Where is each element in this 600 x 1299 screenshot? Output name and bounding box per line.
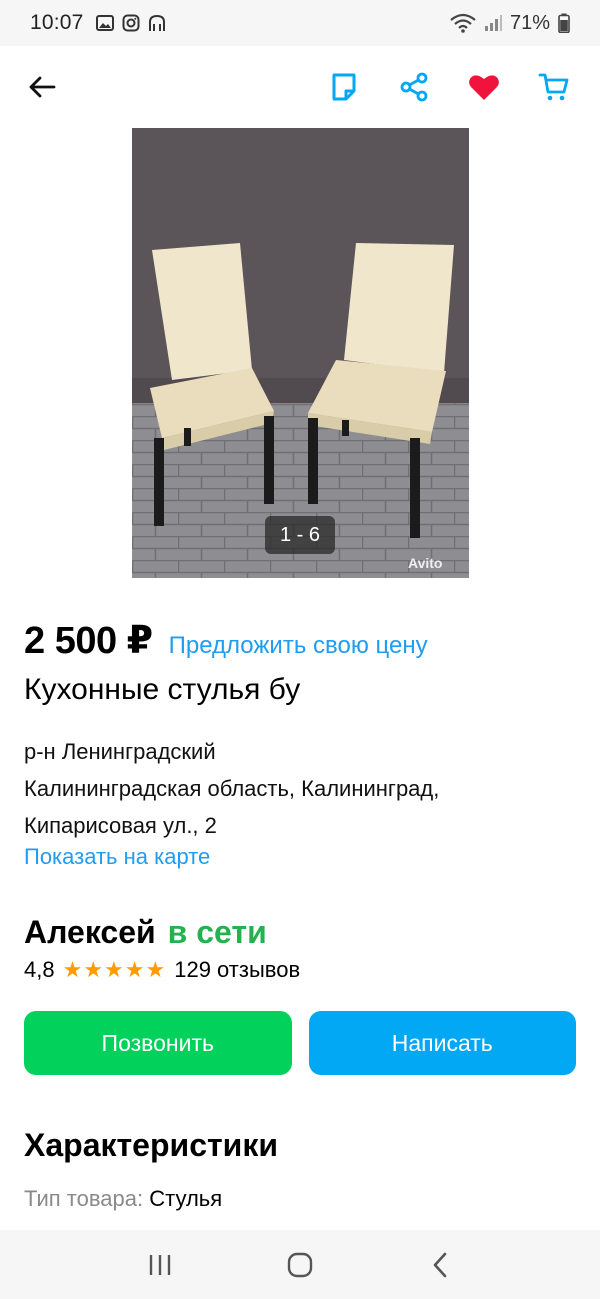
char-label: Тип товара: [24,1186,144,1211]
cart-icon [538,73,569,101]
system-nav-bar [0,1230,600,1299]
share-icon [400,72,428,102]
offer-price-link[interactable]: Предложить свою цену [169,632,428,660]
favorite-button[interactable] [464,67,504,107]
notification-icons [95,14,166,32]
contact-buttons: Позвонить Написать [24,1011,576,1075]
system-status: 71% [450,12,570,35]
price: 2 500 ₽ [24,620,153,662]
battery-icon [558,13,570,33]
chairs-photo [132,128,469,578]
seller-name[interactable]: Алексей [24,914,156,951]
char-value: Стулья [149,1186,223,1211]
photo-counter: 1 - 6 [265,516,335,554]
favorite-heart-icon [469,75,499,100]
status-time: 10:07 [30,11,84,34]
note-icon [332,73,356,101]
back-arrow-icon [29,76,56,98]
status-bar: 10:07 71% [0,0,600,46]
back-nav-button[interactable] [410,1235,470,1295]
seller-online-status: в сети [167,914,267,950]
listing-details: 2 500 ₽ Предложить свою цену Кухонные ст… [0,578,600,1212]
characteristics-title: Характеристики [24,1127,279,1163]
note-button[interactable] [324,67,364,107]
characteristic-item-type: Тип товара: Стулья [24,1186,576,1212]
listing-title: Кухонные стулья бу [24,673,301,706]
back-button[interactable] [22,67,62,107]
share-button[interactable] [394,67,434,107]
photo-gallery[interactable]: 1 - 6 Avito [0,128,600,578]
recent-apps-button[interactable] [130,1235,190,1295]
address-street: Кипарисовая ул., 2 [24,813,217,838]
gallery-icon [95,15,114,31]
photo-watermark: Avito [408,555,443,571]
call-button[interactable]: Позвонить [24,1011,292,1075]
rating-value: 4,8 [24,957,55,982]
cart-button[interactable] [534,67,574,107]
rating-stars-icon: ★★★★★ [62,957,167,982]
wifi-icon [450,13,476,33]
address-block: р-н Ленинградский Калининградская област… [24,733,576,844]
write-button[interactable]: Написать [308,1011,576,1075]
chevron-left-icon [433,1252,447,1277]
signal-icon [484,15,502,31]
reviews-count[interactable]: 129 отзывов [174,957,300,983]
home-button[interactable] [270,1235,330,1295]
battery-percent: 71% [509,11,550,34]
seller-row[interactable]: Алексей в сети [24,914,576,951]
price-row: 2 500 ₽ Предложить свою цену [24,618,576,663]
address-region: Калининградская область, Калининград, [24,776,440,801]
show-on-map-link[interactable]: Показать на карте [24,844,576,870]
avito-notify-icon [148,14,165,31]
seller-rating[interactable]: 4,8 ★★★★★ 129 отзывов [24,957,576,983]
app-bar [0,46,600,128]
home-icon [287,1252,313,1277]
address-district: р-н Ленинградский [24,739,216,764]
recent-apps-icon [149,1254,171,1275]
instagram-icon [122,14,140,32]
listing-photo[interactable] [132,128,469,578]
